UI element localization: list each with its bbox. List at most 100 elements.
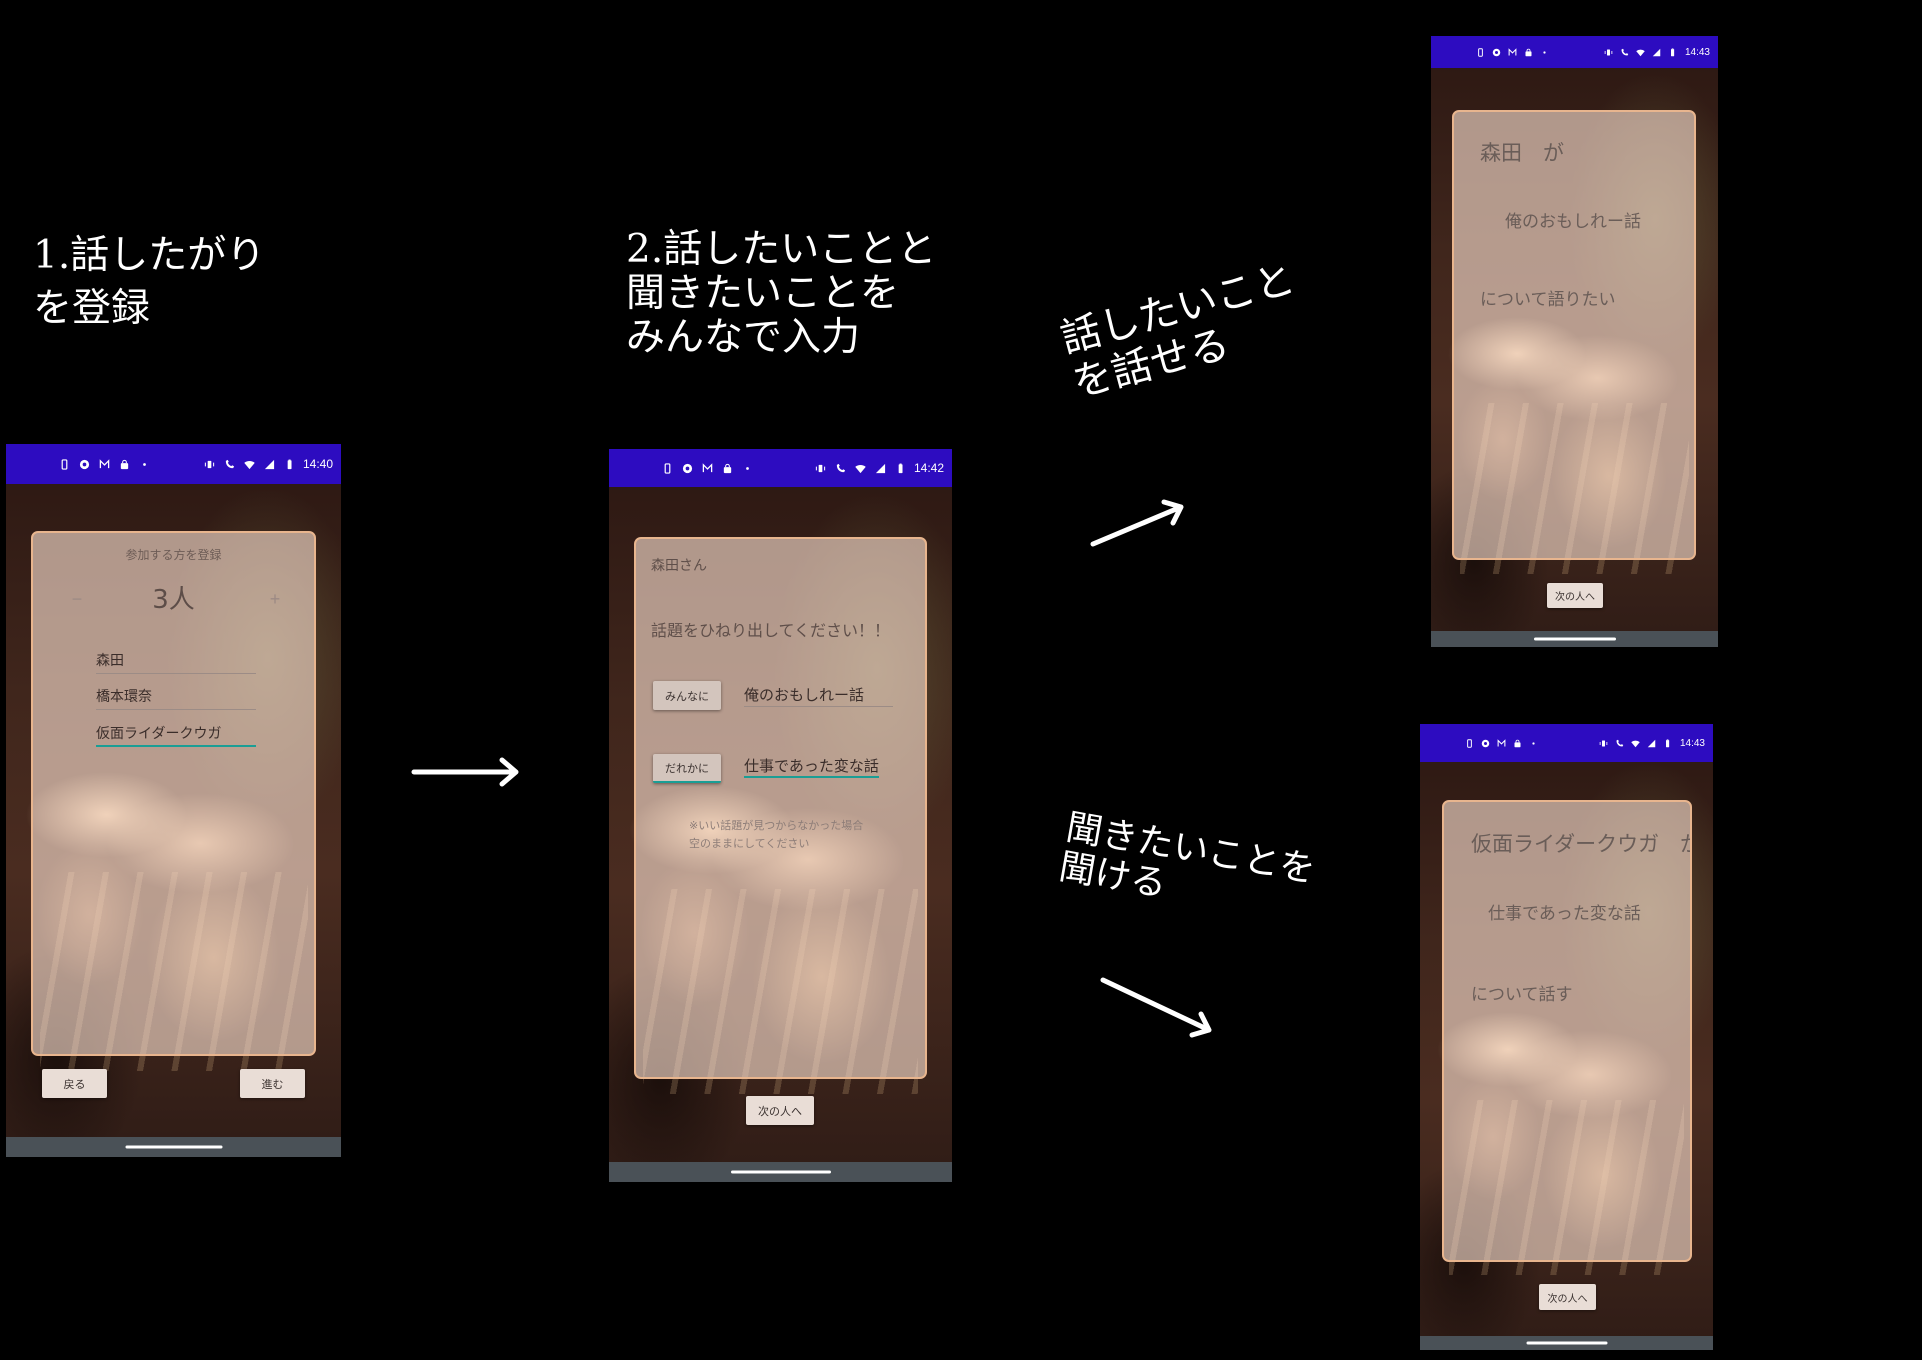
wifi-icon: [855, 463, 866, 474]
step2-caption-line1: 2.話したいことと: [626, 227, 937, 272]
increment-button[interactable]: +: [265, 585, 285, 613]
speaker-name: 森田さん: [651, 558, 707, 574]
dot-icon: [139, 459, 150, 470]
step1-caption: 1.話したがり を登録: [33, 229, 265, 335]
step1-caption-line2: を登録: [33, 286, 151, 331]
battery-icon: [1668, 47, 1677, 57]
next-button[interactable]: 進む: [240, 1069, 305, 1098]
wifi-icon: [1636, 48, 1645, 57]
topic-text: 俺のおもしれー話: [1505, 212, 1641, 232]
step2-caption-line2: 聞きたいことを: [626, 271, 900, 316]
battery-icon: [895, 463, 906, 474]
navigation-bar: [609, 1162, 952, 1182]
speaker-name: 森田 が: [1480, 141, 1564, 165]
vibrate-icon: [815, 463, 826, 474]
topic-entry-card: 森田さん 話題をひねり出してください！！ みんなに だれかに ※いい話題が見つか…: [634, 537, 927, 1079]
bag-icon: [119, 459, 130, 470]
signal-icon: [1647, 739, 1656, 748]
mail-icon: [702, 462, 713, 474]
hint-note-line1: ※いい話題が見つからなかった場合: [689, 819, 864, 832]
step2-caption-line3: みんなで入力: [626, 315, 861, 360]
status-icons-right: [815, 463, 906, 474]
wifi-icon: [244, 459, 255, 470]
status-bar: 14:43: [1420, 724, 1713, 762]
mail-icon: [1508, 47, 1517, 57]
everyone-toggle-button[interactable]: みんなに: [653, 681, 721, 710]
signal-icon: [264, 459, 275, 470]
vibrate-icon: [1604, 48, 1613, 57]
screenshot-icon: [662, 462, 673, 474]
listen-caption: 聞きたいことを 聞ける: [1056, 807, 1318, 931]
status-icons-left: [1476, 47, 1549, 57]
talk-caption: 話したいこと を話せる: [1056, 256, 1312, 407]
wifi-call-icon: [835, 463, 846, 474]
everyone-topic-field[interactable]: [744, 685, 893, 707]
app-icon: [1481, 739, 1490, 748]
gesture-handle[interactable]: [1526, 1341, 1607, 1345]
listen-result-screen: 14:43 仮面ライダークウガ が 仕事であった変な話 について話す 次の人へ: [1420, 724, 1713, 1350]
status-right: 14:43: [1599, 738, 1705, 749]
wifi-call-icon: [1615, 739, 1624, 748]
bag-icon: [1524, 48, 1533, 57]
talk-result-card: 森田 が 俺のおもしれー話 について語りたい: [1452, 110, 1696, 560]
listen-result-card: 仮面ライダークウガ が 仕事であった変な話 について話す: [1442, 800, 1692, 1262]
gesture-handle[interactable]: [730, 1170, 831, 1174]
status-right: 14:43: [1604, 47, 1710, 58]
next-person-button[interactable]: 次の人へ: [1539, 1284, 1596, 1310]
topic-entry-screen: 14:42 森田さん 話題をひねり出してください！！ みんなに だれかに ※いい…: [609, 449, 952, 1182]
mail-icon: [1497, 738, 1506, 748]
participant-name-field[interactable]: [96, 723, 256, 747]
status-time: 14:42: [913, 461, 944, 475]
status-icons-left: [662, 462, 753, 474]
talk-result-screen: 14:43 森田 が 俺のおもしれー話 について語りたい 次の人へ: [1431, 36, 1718, 647]
signal-icon: [1652, 48, 1661, 57]
status-time: 14:43: [1684, 46, 1710, 58]
signal-icon: [875, 463, 886, 474]
arrow-up-right-icon: [1090, 499, 1184, 547]
speaker-name: 仮面ライダークウガ が: [1471, 832, 1692, 856]
someone-topic-field[interactable]: [744, 757, 879, 778]
battery-icon: [1663, 738, 1672, 748]
status-time: 14:40: [302, 457, 333, 471]
wifi-call-icon: [1620, 48, 1629, 57]
screenshot-icon: [1476, 47, 1485, 57]
status-bar: 14:42: [609, 449, 952, 487]
next-person-button[interactable]: 次の人へ: [746, 1096, 814, 1125]
wifi-call-icon: [224, 459, 235, 470]
topic-prompt: 話題をひねり出してください！！: [651, 621, 891, 640]
screenshot-icon: [1465, 738, 1474, 748]
vibrate-icon: [204, 459, 215, 470]
battery-icon: [284, 459, 295, 470]
back-button[interactable]: 戻る: [42, 1069, 107, 1098]
status-icons-left: [59, 458, 150, 470]
action-text: について語りたい: [1480, 290, 1616, 310]
gesture-handle[interactable]: [1533, 637, 1616, 641]
bag-icon: [722, 463, 733, 474]
participant-name-field[interactable]: [96, 686, 256, 710]
register-screen: 14:40 参加する方を登録 − 3人 + 戻る 進む: [6, 444, 341, 1157]
status-icons-right: [1604, 47, 1677, 57]
wifi-icon: [1631, 739, 1640, 748]
status-right: 14:42: [815, 461, 944, 475]
dot-icon: [1529, 739, 1538, 748]
topic-text: 仕事であった変な話: [1488, 904, 1641, 924]
status-icons-right: [204, 459, 295, 470]
someone-toggle-button[interactable]: だれかに: [653, 754, 721, 783]
step2-caption: 2.話したいことと 聞きたいことを みんなで入力: [626, 228, 936, 360]
participant-name-field[interactable]: [96, 650, 256, 674]
app-icon: [79, 459, 90, 470]
arrow-down-right-icon: [1100, 977, 1212, 1038]
register-card: 参加する方を登録 − 3人 +: [31, 531, 316, 1056]
arrow-right-icon: [411, 757, 519, 787]
dot-icon: [1540, 48, 1549, 57]
app-icon: [1492, 48, 1501, 57]
status-bar: 14:40: [6, 444, 341, 484]
status-icons-left: [1465, 738, 1538, 748]
bag-icon: [1513, 739, 1522, 748]
status-right: 14:40: [204, 457, 333, 471]
status-icons-right: [1599, 738, 1672, 748]
hint-note-line2: 空のままにしてください: [689, 837, 810, 850]
next-person-button[interactable]: 次の人へ: [1547, 583, 1603, 608]
navigation-bar: [1420, 1336, 1713, 1350]
gesture-handle[interactable]: [125, 1145, 222, 1149]
